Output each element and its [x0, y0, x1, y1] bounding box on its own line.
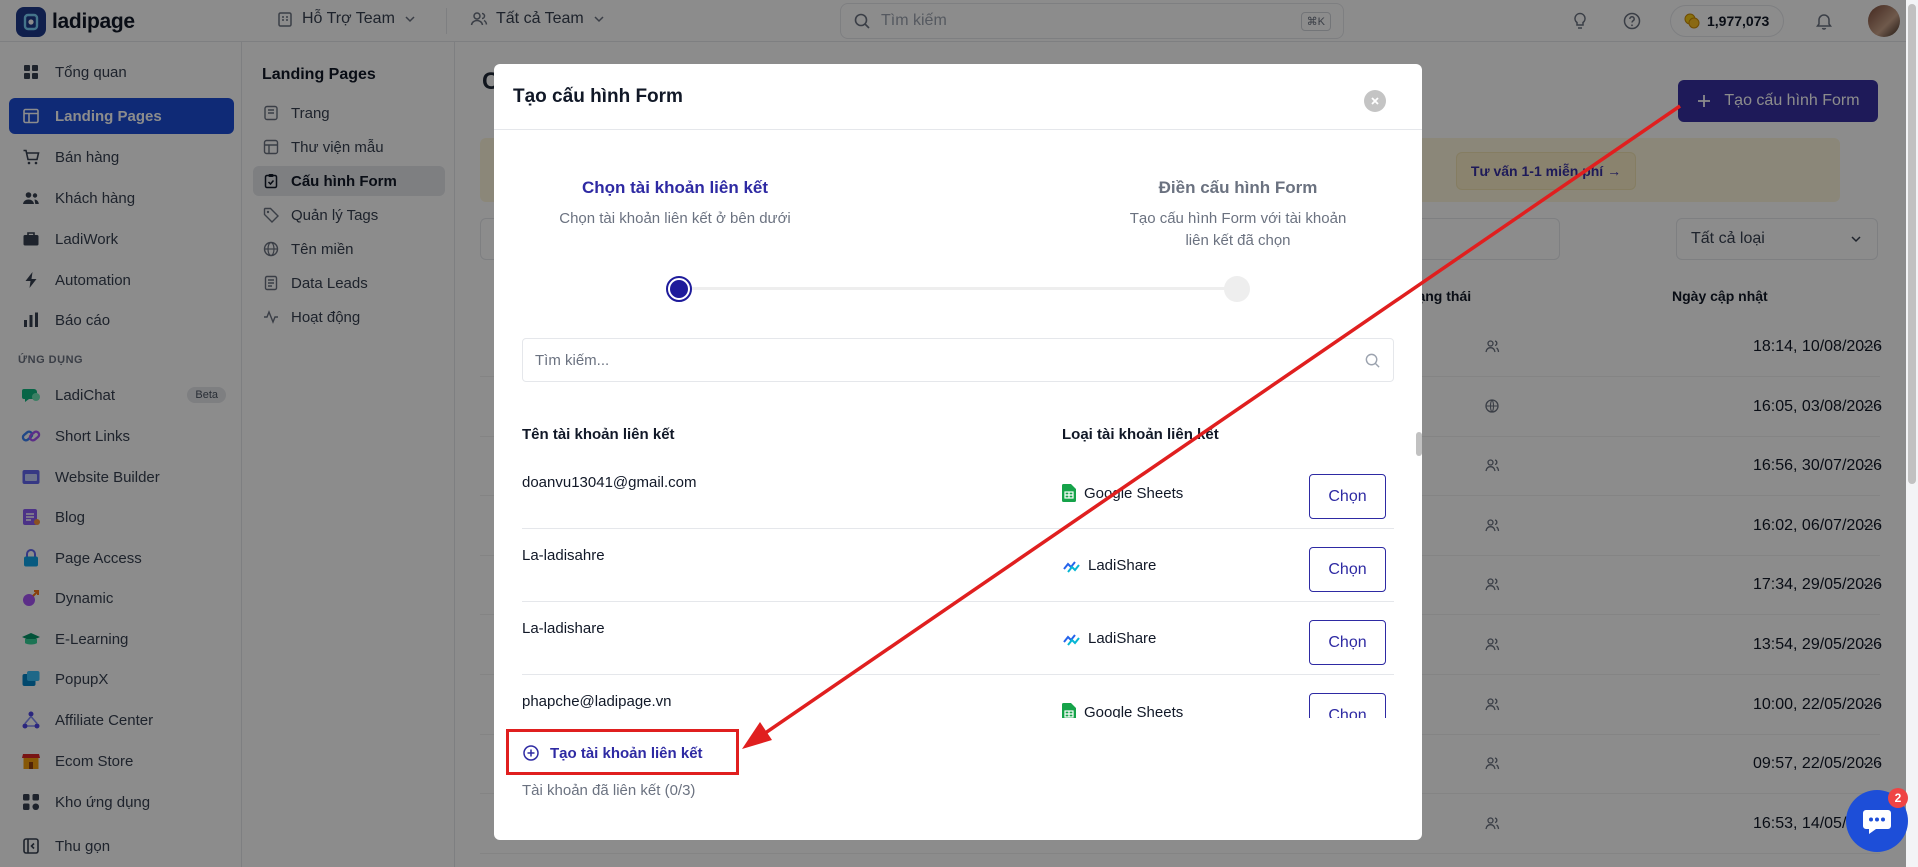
- account-name: La-ladisahre: [522, 547, 605, 564]
- select-account-button[interactable]: Chọn: [1309, 693, 1386, 718]
- col-header-account-name: Tên tài khoản liên kết: [522, 426, 675, 443]
- step1-title: Chọn tài khoản liên kết: [581, 178, 769, 197]
- step-select-account: Chọn tài khoản liên kết Chọn tài khoản l…: [555, 178, 795, 230]
- ladishare-icon: [1063, 633, 1080, 646]
- account-type: Google Sheets: [1062, 484, 1183, 502]
- scrollbar-thumb[interactable]: [1908, 4, 1916, 484]
- google-sheets-icon: [1062, 484, 1076, 502]
- list-item: doanvu13041@gmail.com Google Sheets Chọn: [522, 456, 1394, 529]
- account-name: La-ladishare: [522, 620, 605, 637]
- account-type-label: Google Sheets: [1084, 703, 1184, 719]
- step2-description: Tạo cấu hình Form với tài khoản liên kết…: [1129, 210, 1347, 249]
- close-icon: [1371, 97, 1379, 105]
- create-form-config-modal: Tạo cấu hình Form Chọn tài khoản liên kế…: [494, 64, 1422, 840]
- account-search-input[interactable]: Tìm kiếm...: [522, 338, 1394, 382]
- live-chat-button[interactable]: 2: [1846, 788, 1908, 852]
- account-search-placeholder: Tìm kiếm...: [535, 351, 610, 369]
- list-item: La-ladishare LadiShare Chọn: [522, 602, 1394, 675]
- select-account-button[interactable]: Chọn: [1309, 474, 1386, 519]
- step2-title: Điền cấu hình Form: [1158, 178, 1318, 197]
- modal-list-scrollbar[interactable]: [1416, 432, 1422, 456]
- account-type: Google Sheets: [1062, 703, 1183, 718]
- list-item: La-ladisahre LadiShare Chọn: [522, 529, 1394, 602]
- google-sheets-icon: [1062, 703, 1076, 718]
- select-account-button[interactable]: Chọn: [1309, 620, 1386, 665]
- annotation-highlight-box: [506, 729, 739, 775]
- account-type-label: Google Sheets: [1084, 484, 1184, 502]
- search-icon: [1365, 353, 1380, 368]
- step1-description: Chọn tài khoản liên kết ở bên dưới: [559, 210, 791, 227]
- chat-icon: [1863, 810, 1891, 834]
- account-type-label: LadiShare: [1088, 630, 1157, 647]
- account-type: LadiShare: [1062, 557, 1156, 574]
- select-account-button[interactable]: Chọn: [1309, 547, 1386, 592]
- modal-title: Tạo cấu hình Form: [513, 86, 683, 107]
- linked-account-count: Tài khoản đã liên kết (0/3): [522, 782, 696, 799]
- account-name: doanvu13041@gmail.com: [522, 474, 697, 491]
- ladishare-icon: [1063, 560, 1080, 573]
- stepper-dot-active: [666, 276, 692, 302]
- step-fill-config: Điền cấu hình Form Tạo cấu hình Form với…: [1118, 178, 1358, 252]
- chat-unread-badge: 2: [1888, 788, 1908, 808]
- account-name: phapche@ladipage.vn: [522, 693, 672, 710]
- account-list: doanvu13041@gmail.com Google Sheets Chọn…: [494, 456, 1422, 718]
- modal-header: Tạo cấu hình Form: [494, 64, 1422, 130]
- page-scrollbar[interactable]: [1906, 0, 1918, 867]
- stepper-dot-inactive: [1224, 276, 1250, 302]
- list-item: phapche@ladipage.vn Google Sheets Chọn: [522, 675, 1394, 718]
- account-type-label: LadiShare: [1088, 557, 1157, 574]
- col-header-account-type: Loại tài khoản liên kết: [1062, 426, 1219, 443]
- account-type: LadiShare: [1062, 630, 1156, 647]
- close-button[interactable]: [1364, 90, 1386, 112]
- stepper-track: [678, 287, 1238, 290]
